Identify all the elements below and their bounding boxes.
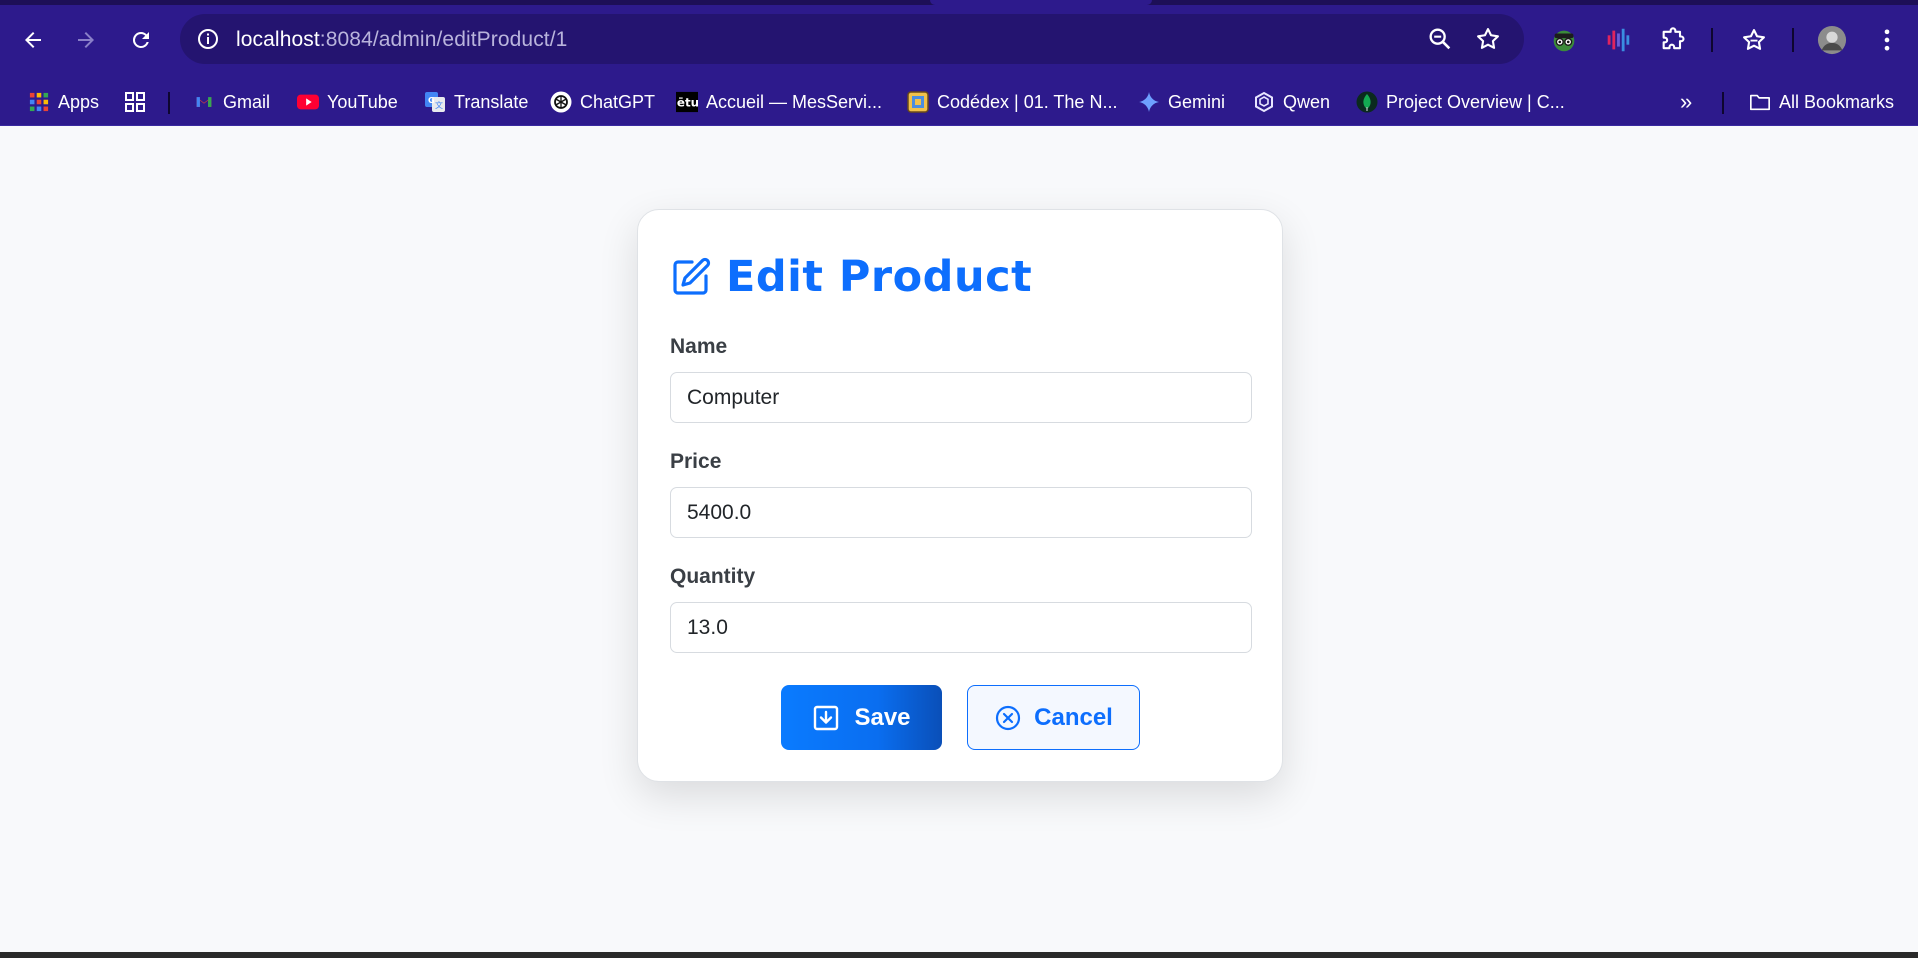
bookmark-label: Project Overview | C... [1386, 91, 1565, 112]
bookmark-label: Accueil — MesServi... [706, 91, 883, 112]
bookmark-label: Gmail [223, 91, 271, 112]
youtube-icon [297, 91, 319, 113]
edit-product-card: Edit Product Name Price Quantity Save Ca… [637, 209, 1283, 782]
bookmarks-bar: Apps Gmail YouTube G文 Translate ChatGPT … [0, 78, 1918, 126]
reload-icon [132, 31, 149, 48]
svg-text:G: G [428, 96, 435, 105]
bookmarks-divider [168, 92, 170, 114]
chatgpt-icon [550, 91, 572, 113]
bookmarks-divider [1722, 92, 1724, 114]
save-label: Save [854, 703, 911, 731]
url-path: :8084/admin/editProduct/1 [319, 28, 568, 51]
site-info-icon[interactable] [194, 25, 222, 53]
bookmark-codedex[interactable]: Codédex | 01. The N... [907, 89, 1117, 115]
bookmark-gmail[interactable]: Gmail [193, 89, 270, 115]
extensions-puzzle-icon[interactable] [1657, 24, 1689, 56]
bookmark-label: YouTube [327, 91, 398, 112]
bookmark-translate[interactable]: G文 Translate [424, 89, 528, 115]
bookmark-label: ChatGPT [580, 91, 656, 112]
address-bar[interactable]: localhost:8084/admin/editProduct/1 [180, 14, 1524, 64]
reload-button[interactable] [121, 20, 161, 60]
bookmarks-overflow-button[interactable]: » [1680, 89, 1692, 115]
forward-button[interactable] [66, 20, 106, 60]
edit-icon [673, 257, 711, 295]
quantity-input[interactable] [670, 602, 1252, 653]
bookmark-label: Qwen [1283, 91, 1331, 112]
price-label: Price [670, 450, 722, 473]
bookmark-youtube[interactable]: YouTube [297, 89, 398, 115]
etu-icon: ētu [676, 91, 698, 113]
svg-text:文: 文 [435, 100, 443, 110]
bookmarks-manager-icon[interactable] [1738, 24, 1770, 56]
price-input[interactable] [670, 487, 1252, 538]
bookmark-label: Translate [454, 91, 529, 112]
bookmark-apps[interactable]: Apps [28, 89, 99, 115]
bookmark-gemini[interactable]: Gemini [1138, 89, 1225, 115]
url-host: localhost [236, 28, 320, 51]
folder-icon [1749, 91, 1771, 113]
forward-arrow-icon [78, 32, 94, 48]
page-title: Edit Product [726, 252, 1033, 302]
quantity-label: Quantity [670, 565, 756, 588]
zoom-icon[interactable] [1426, 25, 1454, 53]
svg-text:ētu: ētu [677, 96, 698, 110]
toolbar-divider [1792, 28, 1794, 52]
mongodb-icon [1356, 91, 1378, 113]
browser-menu-icon[interactable] [1871, 24, 1903, 56]
tab-groups-icon [124, 91, 146, 113]
cancel-button[interactable]: Cancel [967, 685, 1140, 750]
bookmark-label: Apps [58, 91, 100, 112]
bookmark-project-overview[interactable]: Project Overview | C... [1356, 89, 1565, 115]
back-arrow-icon [25, 32, 41, 48]
card-header: Edit Product [670, 252, 1032, 302]
name-input[interactable] [670, 372, 1252, 423]
bookmark-tab-groups[interactable] [124, 89, 146, 115]
url-text[interactable]: localhost:8084/admin/editProduct/1 [236, 28, 567, 52]
close-circle-icon [996, 705, 1021, 730]
translate-icon: G文 [424, 91, 446, 113]
cancel-label: Cancel [1034, 703, 1113, 731]
extension-spy-icon[interactable] [1548, 24, 1580, 56]
extension-audio-icon[interactable] [1602, 24, 1634, 56]
bookmark-label: Gemini [1168, 91, 1226, 112]
chevron-double-right-icon: » [1680, 89, 1693, 114]
back-button[interactable] [13, 20, 53, 60]
apps-grid-icon [28, 91, 50, 113]
bookmark-qwen[interactable]: Qwen [1253, 89, 1330, 115]
save-download-icon [814, 705, 839, 730]
gemini-icon [1138, 91, 1160, 113]
toolbar-divider [1711, 28, 1713, 52]
bookmark-messervices[interactable]: ētu Accueil — MesServi... [676, 89, 882, 115]
profile-avatar[interactable] [1816, 24, 1848, 56]
bookmark-star-icon[interactable] [1474, 25, 1502, 53]
codedex-icon [907, 91, 929, 113]
gmail-icon [193, 91, 215, 113]
qwen-icon [1253, 91, 1275, 113]
window-bottom-edge [0, 952, 1918, 958]
browser-toolbar: localhost:8084/admin/editProduct/1 [0, 5, 1918, 78]
bookmark-label: Codédex | 01. The N... [937, 91, 1118, 112]
save-button[interactable]: Save [781, 685, 942, 750]
bookmark-chatgpt[interactable]: ChatGPT [550, 89, 655, 115]
all-bookmarks-button[interactable]: All Bookmarks [1749, 89, 1894, 115]
all-bookmarks-label: All Bookmarks [1779, 91, 1895, 112]
name-label: Name [670, 335, 728, 358]
